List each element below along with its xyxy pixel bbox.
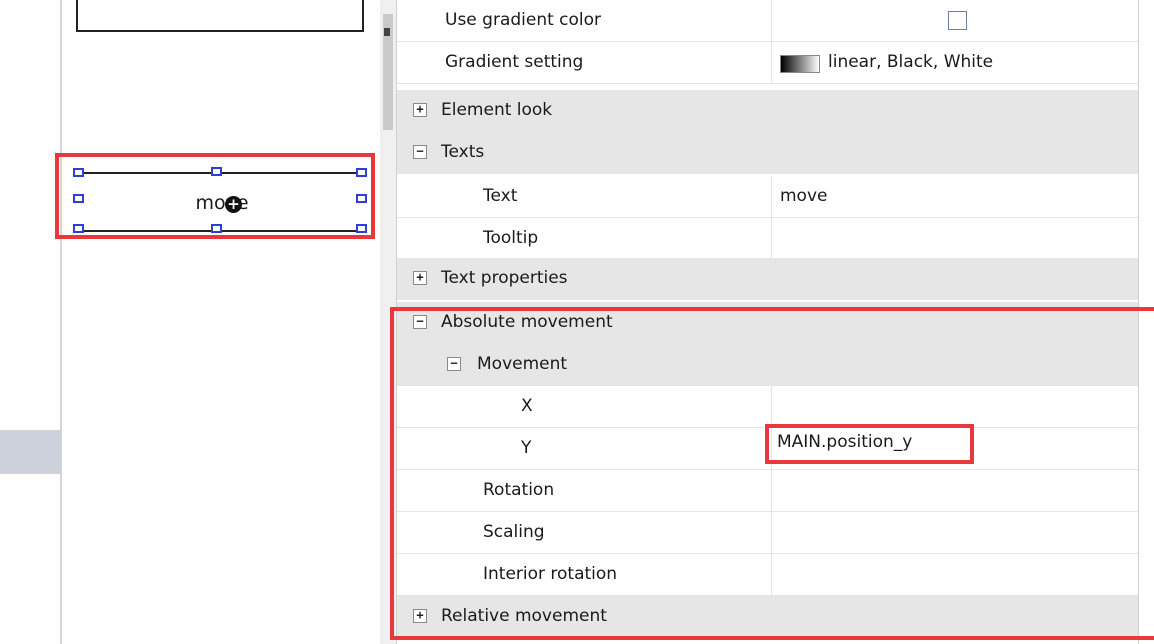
use-gradient-checkbox[interactable] bbox=[948, 11, 967, 30]
gradient-swatch-icon bbox=[780, 55, 820, 73]
category-label: Texts bbox=[441, 142, 485, 162]
prop-row-use-gradient[interactable]: Use gradient color bbox=[397, 0, 1139, 42]
prop-value[interactable]: move bbox=[771, 176, 1139, 218]
visualization-canvas[interactable] bbox=[64, 0, 380, 644]
prop-label: Text bbox=[483, 186, 518, 206]
expand-icon[interactable]: + bbox=[413, 103, 427, 117]
expand-icon[interactable]: + bbox=[413, 271, 427, 285]
canvas-element-box[interactable] bbox=[76, 0, 364, 32]
prop-row-gradient-setting[interactable]: Gradient setting linear, Black, White bbox=[397, 42, 1139, 84]
prop-label: Use gradient color bbox=[445, 10, 602, 30]
prop-row-tooltip[interactable]: Tooltip bbox=[397, 218, 1139, 260]
category-value bbox=[771, 132, 1139, 174]
prop-row-text[interactable]: Text move bbox=[397, 176, 1139, 218]
highlight-y-value bbox=[765, 424, 974, 464]
left-panel-tab[interactable] bbox=[0, 430, 62, 474]
prop-label: Tooltip bbox=[483, 228, 539, 248]
prop-value[interactable] bbox=[771, 218, 1139, 260]
left-panel bbox=[0, 0, 62, 644]
prop-value[interactable] bbox=[771, 0, 1139, 42]
category-value bbox=[771, 90, 1139, 132]
category-element-look[interactable]: + Element look bbox=[397, 90, 1139, 132]
splitter-marker-icon bbox=[384, 28, 390, 36]
collapse-icon[interactable]: − bbox=[413, 145, 427, 159]
category-label: Element look bbox=[441, 100, 553, 120]
prop-value[interactable]: linear, Black, White bbox=[771, 42, 1139, 84]
highlight-element-box bbox=[55, 153, 375, 239]
category-value bbox=[771, 258, 1139, 300]
visualization-editor: move + Use gradient color Gradient setti… bbox=[0, 0, 1154, 644]
text-value[interactable]: move bbox=[780, 186, 827, 206]
category-label: Text properties bbox=[441, 268, 568, 288]
category-texts[interactable]: − Texts bbox=[397, 132, 1139, 174]
highlight-absolute-movement bbox=[390, 307, 1154, 640]
gradient-setting-value: linear, Black, White bbox=[828, 52, 994, 72]
category-text-properties[interactable]: + Text properties bbox=[397, 258, 1139, 300]
prop-label: Gradient setting bbox=[445, 52, 584, 72]
